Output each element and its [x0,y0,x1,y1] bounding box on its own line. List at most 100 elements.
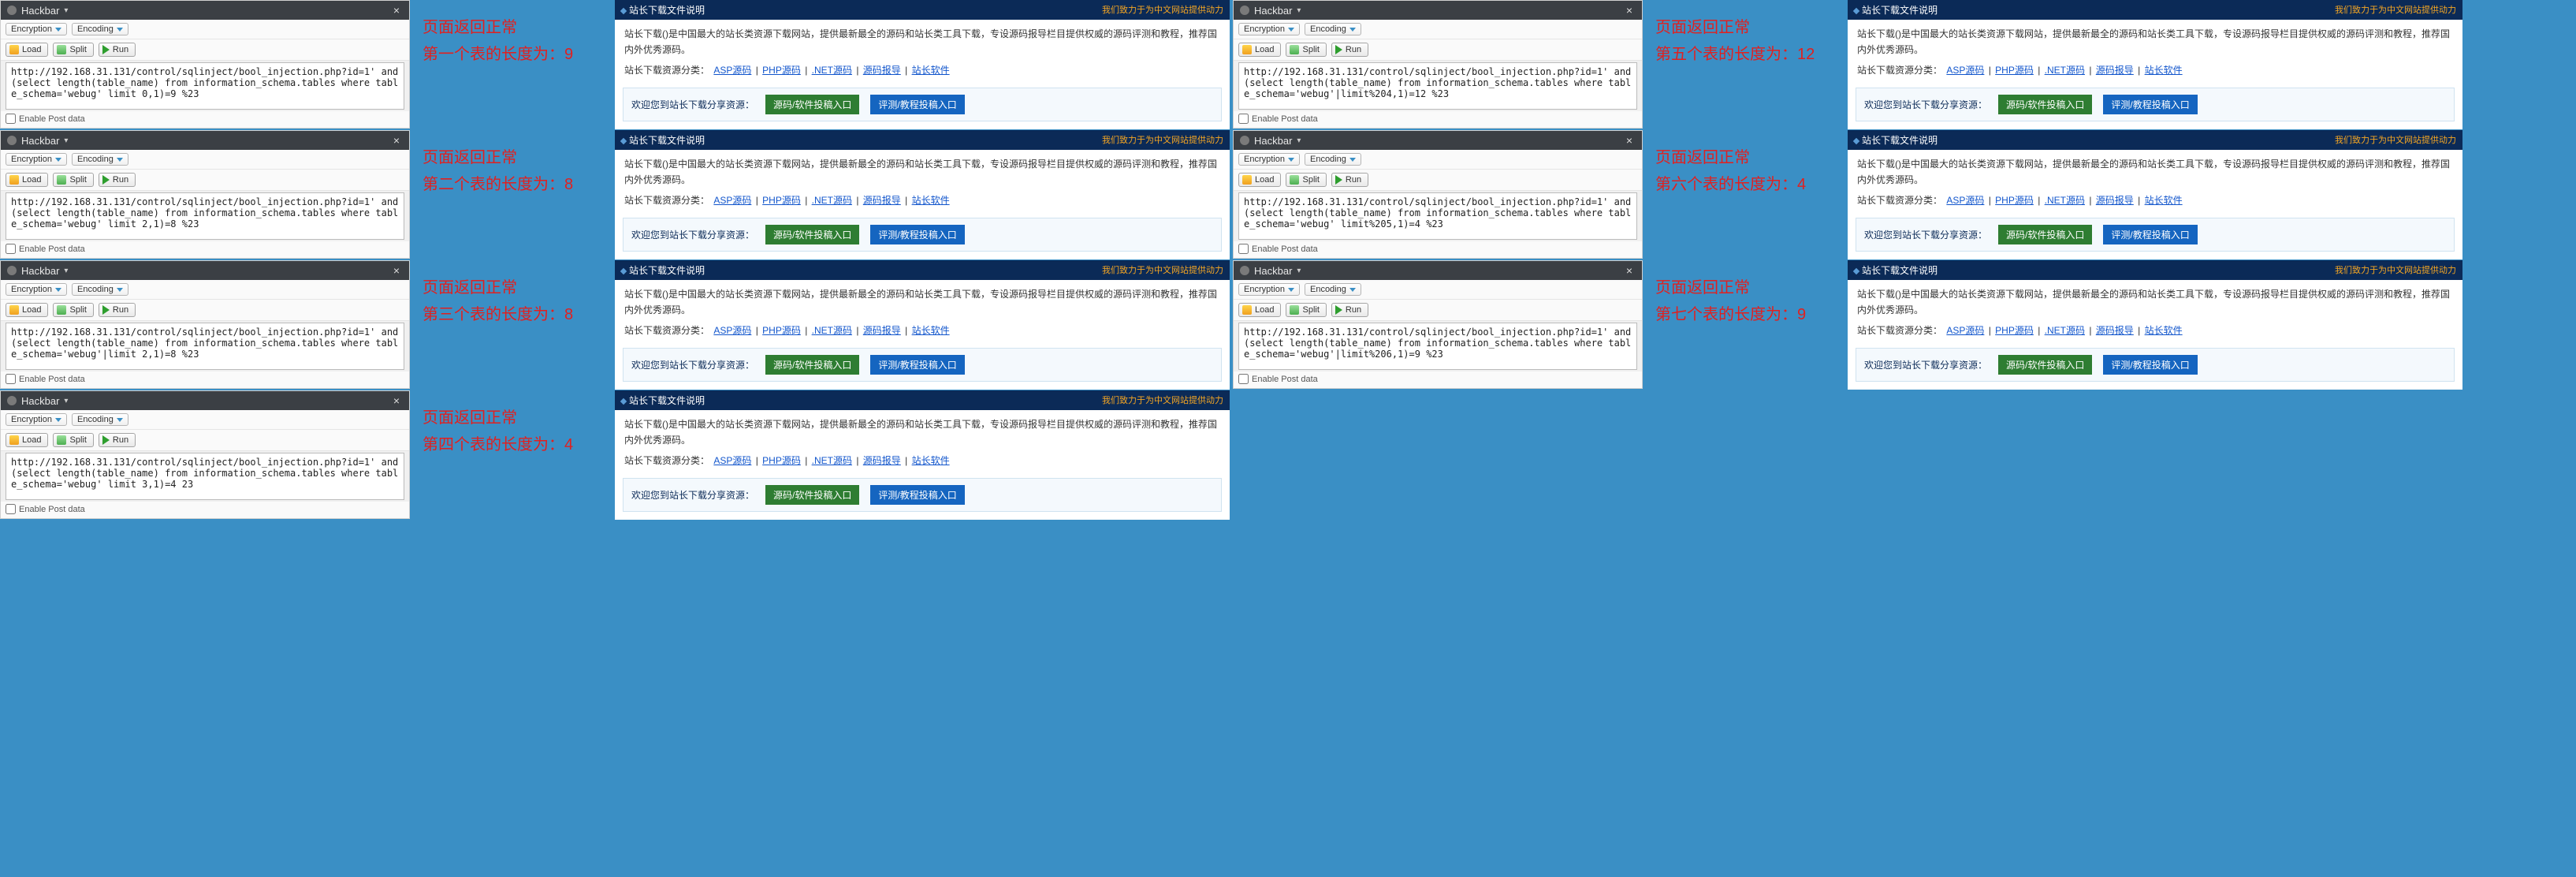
encryption-dropdown[interactable]: Encryption [1238,23,1300,35]
close-icon[interactable]: × [390,4,403,17]
submit-source-button[interactable]: 源码/软件投稿入口 [1998,225,2092,244]
category-link[interactable]: 源码报导 [863,195,901,206]
url-textarea[interactable]: http://192.168.31.131/control/sqlinject/… [6,62,404,110]
encoding-dropdown[interactable]: Encoding [72,153,128,166]
category-link[interactable]: ASP源码 [1946,325,1984,336]
submit-review-button[interactable]: 评测/教程投稿入口 [870,95,964,114]
category-link[interactable]: 站长软件 [912,65,950,76]
category-link[interactable]: PHP源码 [1995,195,2034,206]
load-button[interactable]: Load [1238,303,1281,317]
close-icon[interactable]: × [1623,134,1636,147]
category-link[interactable]: PHP源码 [762,325,801,336]
category-link[interactable]: PHP源码 [1995,325,2034,336]
submit-review-button[interactable]: 评测/教程投稿入口 [2103,355,2197,375]
submit-review-button[interactable]: 评测/教程投稿入口 [870,225,964,244]
url-textarea[interactable]: http://192.168.31.131/control/sqlinject/… [1238,62,1637,110]
category-link[interactable]: 站长软件 [2145,65,2183,76]
category-link[interactable]: ASP源码 [713,325,751,336]
submit-source-button[interactable]: 源码/软件投稿入口 [765,95,859,114]
encryption-dropdown[interactable]: Encryption [6,413,67,426]
run-button[interactable]: Run [99,43,136,57]
encryption-dropdown[interactable]: Encryption [6,283,67,296]
enable-post-checkbox[interactable] [1238,244,1249,254]
submit-review-button[interactable]: 评测/教程投稿入口 [2103,95,2197,114]
load-button[interactable]: Load [6,173,48,187]
category-link[interactable]: .NET源码 [812,195,852,206]
category-link[interactable]: PHP源码 [1995,65,2034,76]
run-button[interactable]: Run [1331,173,1368,187]
encoding-dropdown[interactable]: Encoding [1305,283,1361,296]
encoding-dropdown[interactable]: Encoding [1305,153,1361,166]
enable-post-checkbox[interactable] [1238,374,1249,384]
category-link[interactable]: 站长软件 [912,455,950,466]
load-button[interactable]: Load [6,303,48,317]
submit-source-button[interactable]: 源码/软件投稿入口 [765,485,859,505]
enable-post-checkbox[interactable] [6,244,16,254]
load-button[interactable]: Load [6,43,48,57]
category-link[interactable]: 源码报导 [863,325,901,336]
category-link[interactable]: 站长软件 [912,195,950,206]
split-button[interactable]: Split [53,43,93,57]
category-link[interactable]: 源码报导 [863,65,901,76]
category-link[interactable]: ASP源码 [713,65,751,76]
submit-review-button[interactable]: 评测/教程投稿入口 [870,355,964,375]
category-link[interactable]: 源码报导 [2096,325,2134,336]
run-button[interactable]: Run [99,303,136,317]
category-link[interactable]: 源码报导 [2096,195,2134,206]
url-textarea[interactable]: http://192.168.31.131/control/sqlinject/… [6,453,404,500]
encryption-dropdown[interactable]: Encryption [6,153,67,166]
split-button[interactable]: Split [53,433,93,447]
close-icon[interactable]: × [390,134,403,147]
run-button[interactable]: Run [1331,43,1368,57]
category-link[interactable]: 源码报导 [863,455,901,466]
category-link[interactable]: 站长软件 [2145,325,2183,336]
enable-post-checkbox[interactable] [6,504,16,514]
url-textarea[interactable]: http://192.168.31.131/control/sqlinject/… [6,192,404,240]
enable-post-checkbox[interactable] [6,374,16,384]
load-button[interactable]: Load [6,433,48,447]
category-link[interactable]: .NET源码 [812,455,852,466]
run-button[interactable]: Run [99,173,136,187]
url-textarea[interactable]: http://192.168.31.131/control/sqlinject/… [1238,323,1637,370]
encryption-dropdown[interactable]: Encryption [1238,283,1300,296]
run-button[interactable]: Run [1331,303,1368,317]
split-button[interactable]: Split [53,303,93,317]
category-link[interactable]: .NET源码 [2045,195,2085,206]
submit-review-button[interactable]: 评测/教程投稿入口 [870,485,964,505]
close-icon[interactable]: × [1623,4,1636,17]
enable-post-checkbox[interactable] [6,114,16,124]
submit-review-button[interactable]: 评测/教程投稿入口 [2103,225,2197,244]
url-textarea[interactable]: http://192.168.31.131/control/sqlinject/… [1238,192,1637,240]
submit-source-button[interactable]: 源码/软件投稿入口 [765,225,859,244]
category-link[interactable]: .NET源码 [2045,65,2085,76]
encoding-dropdown[interactable]: Encoding [72,23,128,35]
split-button[interactable]: Split [1286,43,1326,57]
category-link[interactable]: .NET源码 [2045,325,2085,336]
submit-source-button[interactable]: 源码/软件投稿入口 [1998,95,2092,114]
submit-source-button[interactable]: 源码/软件投稿入口 [765,355,859,375]
encoding-dropdown[interactable]: Encoding [1305,23,1361,35]
category-link[interactable]: ASP源码 [1946,65,1984,76]
close-icon[interactable]: × [1623,264,1636,277]
split-button[interactable]: Split [53,173,93,187]
run-button[interactable]: Run [99,433,136,447]
url-textarea[interactable]: http://192.168.31.131/control/sqlinject/… [6,323,404,370]
encryption-dropdown[interactable]: Encryption [1238,153,1300,166]
split-button[interactable]: Split [1286,173,1326,187]
category-link[interactable]: ASP源码 [713,455,751,466]
load-button[interactable]: Load [1238,173,1281,187]
category-link[interactable]: 站长软件 [2145,195,2183,206]
submit-source-button[interactable]: 源码/软件投稿入口 [1998,355,2092,375]
category-link[interactable]: ASP源码 [1946,195,1984,206]
encryption-dropdown[interactable]: Encryption [6,23,67,35]
category-link[interactable]: .NET源码 [812,325,852,336]
close-icon[interactable]: × [390,394,403,407]
category-link[interactable]: PHP源码 [762,455,801,466]
category-link[interactable]: ASP源码 [713,195,751,206]
enable-post-checkbox[interactable] [1238,114,1249,124]
split-button[interactable]: Split [1286,303,1326,317]
encoding-dropdown[interactable]: Encoding [72,413,128,426]
category-link[interactable]: .NET源码 [812,65,852,76]
category-link[interactable]: 站长软件 [912,325,950,336]
encoding-dropdown[interactable]: Encoding [72,283,128,296]
